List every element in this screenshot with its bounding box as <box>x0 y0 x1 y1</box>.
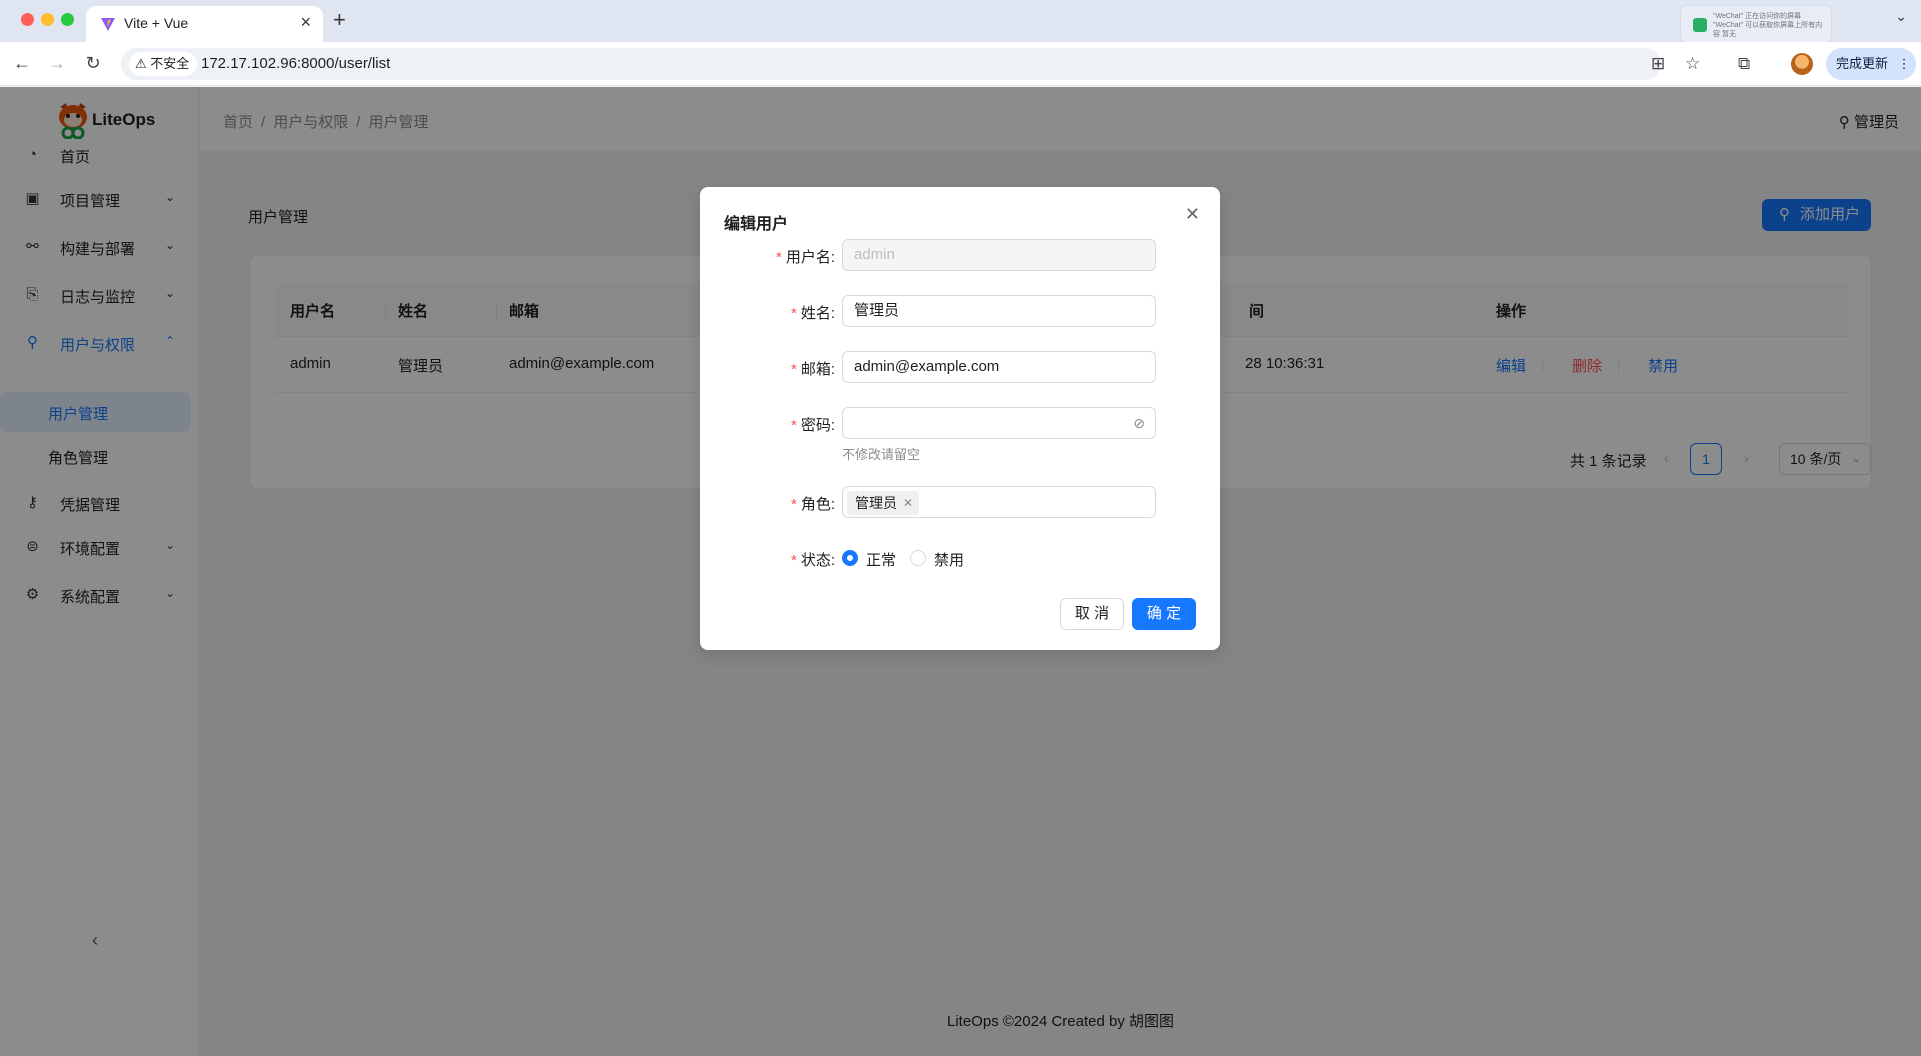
address-bar: ← → ↻ ⚠ 不安全 172.17.102.96:8000/user/list… <box>0 42 1921 86</box>
browser-tab[interactable]: Vite + Vue × <box>86 6 323 42</box>
email-input[interactable]: admin@example.com <box>842 351 1156 383</box>
radio-unchecked-icon <box>910 550 926 566</box>
ok-button[interactable]: 确 定 <box>1132 598 1196 630</box>
edit-user-modal: 编辑用户 ✕ * 用户名: admin * 姓名: 管理员 * 邮箱: admin@e… <box>700 187 1220 650</box>
radio-checked-icon <box>842 550 858 566</box>
cancel-button[interactable]: 取 消 <box>1060 598 1124 630</box>
name-input[interactable]: 管理员 <box>842 295 1156 327</box>
form-row-role: * 角色: 管理员 ✕ <box>700 486 1220 518</box>
notification-text: "WeChat" 正在访问你的屏幕 "WeChat" 可以获取你屏幕上所有内容 … <box>1713 13 1823 38</box>
profile-avatar[interactable] <box>1791 53 1813 75</box>
new-tab-button[interactable]: + <box>333 8 346 32</box>
form-row-password: * 密码: ⊘ <box>700 407 1220 439</box>
window-zoom-button[interactable] <box>61 13 74 26</box>
back-icon[interactable]: ← <box>10 52 34 74</box>
form-row-username: * 用户名: admin <box>700 239 1220 271</box>
password-input[interactable]: ⊘ <box>842 407 1156 439</box>
modal-title: 编辑用户 <box>724 216 789 233</box>
notification-popup[interactable]: "WeChat" 正在访问你的屏幕 "WeChat" 可以获取你屏幕上所有内容 … <box>1680 5 1832 43</box>
eye-invisible-icon[interactable]: ⊘ <box>1133 408 1145 438</box>
form-row-email: * 邮箱: admin@example.com <box>700 351 1220 383</box>
tab-close-icon[interactable]: × <box>300 12 311 32</box>
update-button[interactable]: 完成更新 ⋮ <box>1826 48 1916 80</box>
bookmark-star-icon[interactable]: ☆ <box>1685 54 1700 74</box>
name-label: * 姓名: <box>790 305 835 322</box>
translate-icon[interactable]: ⊞ <box>1651 54 1665 74</box>
security-badge[interactable]: ⚠ 不安全 <box>129 52 198 76</box>
email-label: * 邮箱: <box>790 361 835 378</box>
extensions-icon[interactable]: ⧉ <box>1738 54 1750 74</box>
role-label: * 角色: <box>790 496 835 513</box>
window-close-button[interactable] <box>21 13 34 26</box>
username-label: * 用户名: <box>775 249 835 266</box>
role-tag: 管理员 ✕ <box>847 491 919 515</box>
browser-tab-bar: Vite + Vue × + "WeChat" 正在访问你的屏幕 "WeChat… <box>0 0 1921 43</box>
status-label: * 状态: <box>790 552 835 569</box>
forward-icon[interactable]: → <box>45 52 69 74</box>
form-row-status: * 状态: 正常 禁用 <box>700 542 1220 574</box>
tab-title: Vite + Vue <box>124 15 189 31</box>
password-label: * 密码: <box>790 417 835 434</box>
username-input: admin <box>842 239 1156 271</box>
tab-search-chevron-icon[interactable]: ⌄ <box>1895 8 1907 25</box>
reload-icon[interactable]: ↻ <box>81 52 105 74</box>
close-icon[interactable]: ✕ <box>1185 203 1200 225</box>
password-hint: 不修改请留空 <box>842 447 921 462</box>
role-select[interactable]: 管理员 ✕ <box>842 486 1156 518</box>
url-text[interactable]: 172.17.102.96:8000/user/list <box>201 55 390 72</box>
tag-close-icon[interactable]: ✕ <box>903 491 913 515</box>
warning-icon: ⚠ <box>135 56 147 71</box>
window-minimize-button[interactable] <box>41 13 54 26</box>
more-menu-icon: ⋮ <box>1897 56 1911 71</box>
form-row-name: * 姓名: 管理员 <box>700 295 1220 327</box>
wechat-icon <box>1693 18 1707 32</box>
omnibox[interactable]: ⚠ 不安全 172.17.102.96:8000/user/list ⊞ ☆ <box>121 48 1700 80</box>
vite-icon <box>101 18 115 31</box>
